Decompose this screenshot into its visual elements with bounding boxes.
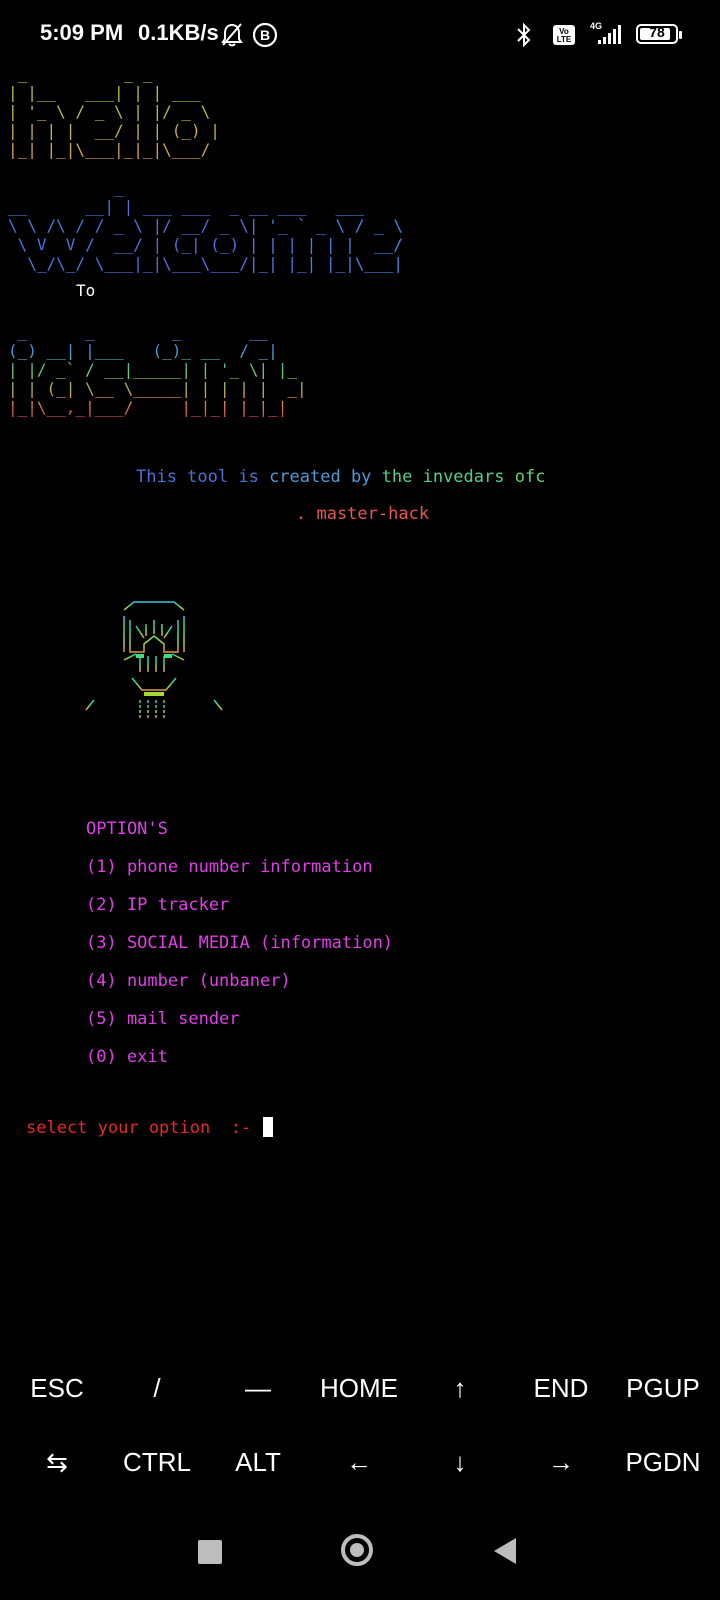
navigation-bar	[0, 1510, 720, 1600]
credit-line: This tool is created by the invedars ofc	[136, 467, 545, 487]
key-pgup[interactable]: PGUP	[612, 1373, 714, 1404]
key-slash[interactable]: /	[106, 1373, 208, 1404]
menu-option-4: (4) number (unbaner)	[86, 971, 291, 991]
b-circle-icon: B	[252, 22, 278, 48]
battery-icon: 78	[636, 24, 682, 44]
prompt-label: select your option :-	[26, 1118, 262, 1138]
recents-square-icon[interactable]	[198, 1540, 222, 1564]
back-triangle-icon[interactable]	[494, 1538, 516, 1564]
key-home[interactable]: HOME	[308, 1373, 410, 1404]
bell-off-icon	[221, 23, 243, 47]
extra-keys-bar: ESC / — HOME ↑ END PGUP ⇆ CTRL ALT ← ↓ →…	[0, 1355, 720, 1505]
menu-title: OPTION'S	[86, 819, 168, 839]
credit-part-1: This tool is	[136, 467, 259, 487]
status-time: 5:09 PM	[40, 20, 124, 45]
menu-option-0: (0) exit	[86, 1047, 168, 1067]
network-speed: 0.1KB/s	[138, 20, 219, 45]
key-arrow-up[interactable]: ↑	[409, 1373, 511, 1404]
status-bar: 5:09 PM 0.1KB/s B Vo LTE 4G 78	[0, 0, 720, 70]
master-hack-label: . master-hack	[296, 504, 430, 524]
key-tab[interactable]: ⇆	[6, 1447, 108, 1478]
key-arrow-left[interactable]: ←	[308, 1447, 410, 1478]
battery-level: 78	[649, 24, 665, 40]
network-label: 4G	[590, 21, 602, 31]
key-dash[interactable]: —	[207, 1373, 309, 1404]
text-cursor[interactable]	[263, 1117, 274, 1137]
menu-option-3: (3) SOCIAL MEDIA (information)	[86, 933, 394, 953]
terminal-input-line[interactable]: select your option :-	[26, 1117, 274, 1138]
banner-ids-inf: _ _ _ __ (_) __| |___ (_)_ __ / _| | |/ …	[8, 322, 307, 417]
volte-icon: Vo LTE	[553, 25, 575, 45]
credit-part-4: ofc	[504, 467, 546, 487]
banner-welcome: _ __ __| | ___ ___ _ __ ___ ___ \ \ /\ /…	[8, 178, 403, 273]
menu-option-5: (5) mail sender	[86, 1009, 240, 1029]
options-menu: OPTION'S (1) phone number information (2…	[86, 819, 393, 1085]
to-label: To	[76, 281, 96, 300]
credit-part-2: created by	[258, 467, 372, 487]
menu-option-2: (2) IP tracker	[86, 895, 230, 915]
key-end[interactable]: END	[510, 1373, 612, 1404]
signal-4g-icon: 4G	[590, 21, 621, 44]
key-pgdn[interactable]: PGDN	[612, 1447, 714, 1478]
key-esc[interactable]: ESC	[6, 1373, 108, 1404]
banner-hello: _ _ _ | |__ ___| | | ___ | '_ \ / _ \ | …	[8, 64, 220, 159]
skull-logo-icon	[84, 601, 223, 718]
svg-text:LTE: LTE	[557, 35, 572, 44]
key-ctrl[interactable]: CTRL	[106, 1447, 208, 1478]
menu-option-1: (1) phone number information	[86, 857, 373, 877]
key-arrow-right[interactable]: →	[510, 1447, 612, 1478]
key-arrow-down[interactable]: ↓	[409, 1447, 511, 1478]
key-alt[interactable]: ALT	[207, 1447, 309, 1478]
credit-part-3: the invedars	[371, 467, 505, 487]
home-circle-icon[interactable]	[341, 1534, 373, 1566]
svg-text:B: B	[260, 27, 270, 43]
bluetooth-icon	[517, 22, 531, 48]
